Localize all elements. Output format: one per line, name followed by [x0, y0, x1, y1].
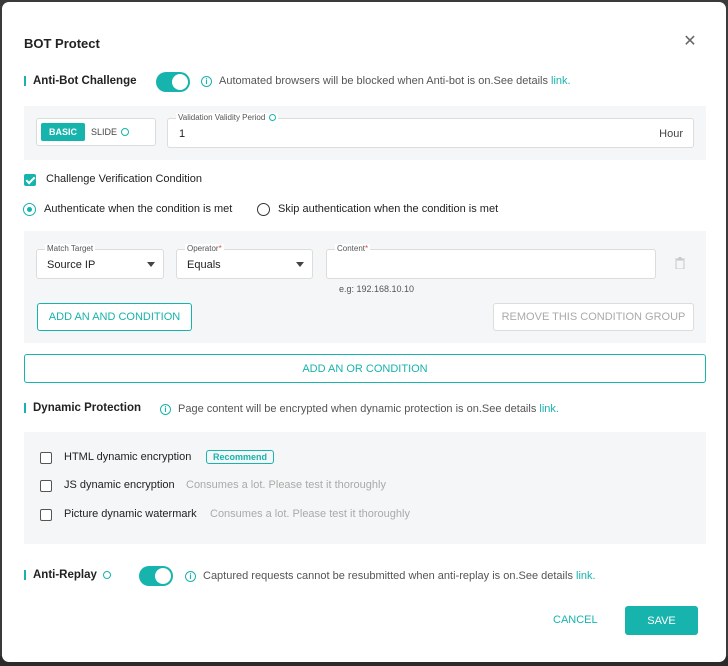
- anti-bot-details-link[interactable]: link.: [551, 75, 571, 87]
- info-icon: i: [160, 403, 171, 415]
- dynamic-info-text: Page content will be encrypted when dyna…: [178, 403, 537, 415]
- dynamic-options-panel: HTML dynamic encryption Recommend JS dyn…: [24, 432, 706, 544]
- dialog-title: BOT Protect: [24, 36, 100, 51]
- info-icon: i: [201, 75, 212, 87]
- radio-skip-wrap: [257, 203, 270, 216]
- html-encryption-label: HTML dynamic encryption: [64, 451, 192, 463]
- close-icon[interactable]: ✕: [682, 34, 698, 50]
- validity-period-unit: Hour: [659, 128, 683, 140]
- anti-bot-section-title: Anti-Bot Challenge: [24, 75, 137, 87]
- validity-period-label-text: Validation Validity Period: [178, 113, 266, 122]
- add-and-condition-button[interactable]: ADD AN AND CONDITION: [37, 303, 192, 331]
- section-marker: [24, 570, 26, 580]
- picture-watermark-checkbox[interactable]: [40, 509, 52, 521]
- dynamic-info: i Page content will be encrypted when dy…: [160, 403, 559, 415]
- anti-bot-info: i Automated browsers will be blocked whe…: [201, 75, 571, 87]
- mode-slide-label: SLIDE: [91, 127, 118, 137]
- radio-authenticate-wrap: [23, 203, 36, 216]
- anti-bot-title: Anti-Bot Challenge: [33, 75, 137, 87]
- help-icon: [269, 114, 277, 121]
- picture-watermark-note: Consumes a lot. Please test it thoroughl…: [210, 508, 410, 520]
- recommend-badge: Recommend: [206, 450, 275, 464]
- picture-watermark-label: Picture dynamic watermark: [64, 508, 197, 520]
- js-encryption-label: JS dynamic encryption: [64, 479, 175, 491]
- validity-panel: BASIC SLIDE Validation Validity Period 1…: [24, 106, 706, 160]
- anti-replay-section-title: Anti-Replay: [24, 569, 111, 581]
- condition-group-panel: Match Target Source IP Operator* Equals …: [24, 231, 706, 343]
- js-encryption-checkbox[interactable]: [40, 480, 52, 492]
- validity-period-value: 1: [179, 128, 186, 140]
- challenge-mode-switch: BASIC SLIDE: [36, 118, 156, 146]
- radio-authenticate-label: Authenticate when the condition is met: [44, 203, 233, 215]
- radio-skip-label: Skip authentication when the condition i…: [278, 203, 499, 215]
- radio-authenticate[interactable]: [23, 203, 36, 216]
- remove-condition-group-button[interactable]: REMOVE THIS CONDITION GROUP: [493, 303, 694, 331]
- html-encryption-checkbox[interactable]: [40, 452, 52, 464]
- radio-skip[interactable]: [257, 203, 270, 216]
- anti-replay-info-text: Captured requests cannot be resubmitted …: [203, 570, 573, 582]
- challenge-condition-checkbox-wrap: [24, 174, 36, 186]
- anti-replay-details-link[interactable]: link.: [576, 570, 596, 582]
- info-icon: i: [185, 570, 196, 582]
- dynamic-title: Dynamic Protection: [33, 402, 141, 414]
- content-input[interactable]: Content*: [326, 244, 656, 279]
- save-button[interactable]: SAVE: [625, 606, 698, 635]
- mode-basic-button[interactable]: BASIC: [41, 123, 86, 141]
- content-label: Content*: [335, 244, 371, 253]
- operator-select[interactable]: Operator* Equals: [176, 244, 313, 279]
- bot-protect-dialog: BOT Protect ✕ Anti-Bot Challenge i Autom…: [2, 2, 726, 662]
- toggle-knob: [172, 74, 188, 90]
- help-icon: [102, 571, 111, 579]
- js-encryption-note: Consumes a lot. Please test it thoroughl…: [186, 479, 386, 491]
- content-hint: e.g: 192.168.10.10: [339, 284, 415, 294]
- challenge-condition-checkbox[interactable]: [24, 174, 36, 186]
- js-encryption-checkbox-wrap: [40, 480, 52, 492]
- html-encryption-checkbox-wrap: [40, 452, 52, 464]
- section-marker: [24, 76, 26, 86]
- mode-slide-button[interactable]: SLIDE: [85, 123, 135, 141]
- add-or-condition-button[interactable]: ADD AN OR CONDITION: [24, 354, 706, 383]
- trash-icon[interactable]: [675, 257, 685, 270]
- anti-replay-info: i Captured requests cannot be resubmitte…: [185, 570, 596, 582]
- operator-label: Operator*: [185, 244, 224, 253]
- anti-bot-info-text: Automated browsers will be blocked when …: [219, 75, 548, 87]
- anti-replay-title: Anti-Replay: [33, 569, 97, 581]
- match-target-value: Source IP: [47, 259, 96, 271]
- content-label-text: Content: [337, 244, 366, 253]
- picture-watermark-checkbox-wrap: [40, 509, 52, 521]
- anti-replay-toggle[interactable]: [139, 566, 173, 586]
- operator-value: Equals: [187, 259, 221, 271]
- match-target-label: Match Target: [45, 244, 96, 253]
- operator-label-text: Operator: [187, 244, 219, 253]
- cancel-button[interactable]: CANCEL: [553, 614, 598, 626]
- section-marker: [24, 403, 26, 413]
- anti-bot-toggle[interactable]: [156, 72, 190, 92]
- help-icon: [121, 128, 130, 136]
- validity-period-label: Validation Validity Period: [176, 113, 279, 122]
- toggle-knob: [155, 568, 171, 584]
- chevron-down-icon: [296, 262, 304, 267]
- dynamic-details-link[interactable]: link.: [539, 403, 559, 415]
- match-target-select[interactable]: Match Target Source IP: [36, 244, 164, 279]
- dynamic-section-title: Dynamic Protection: [24, 402, 141, 414]
- challenge-condition-label: Challenge Verification Condition: [46, 173, 202, 185]
- validity-period-field[interactable]: Validation Validity Period 1 Hour: [167, 113, 694, 148]
- chevron-down-icon: [147, 262, 155, 267]
